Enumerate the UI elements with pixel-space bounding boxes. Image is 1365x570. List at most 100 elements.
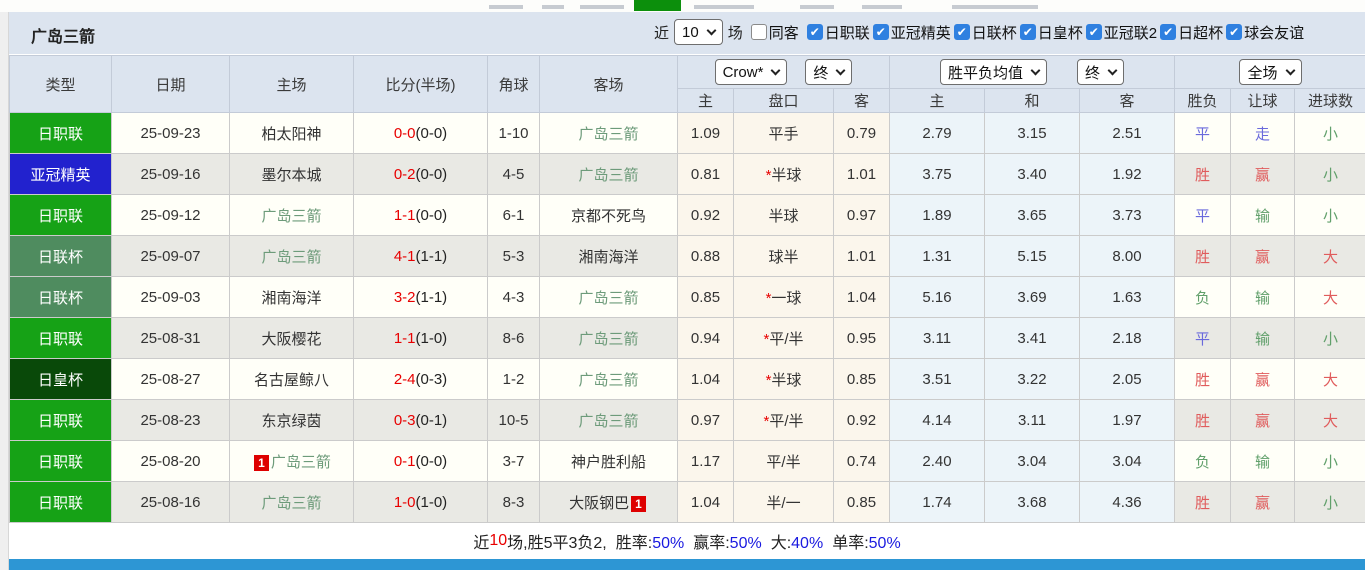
europe-time-select[interactable]: 终 [1077,59,1124,85]
away-team[interactable]: 大阪钢巴1 [540,482,678,523]
checkbox-icon[interactable]: ✔ [1086,24,1102,40]
team-name[interactable]: 湘南海洋 [578,249,638,266]
score-cell: 1-1(0-0) [354,195,488,236]
team-name[interactable]: 柏太阳神 [261,126,321,143]
away-team[interactable]: 湘南海洋 [540,236,678,277]
avg-away-odds: 3.73 [1080,195,1175,236]
home-team[interactable]: 大阪樱花 [230,318,354,359]
clipped-text-fragment [862,5,902,9]
away-team[interactable]: 广岛三箭 [540,154,678,195]
handicap-line: 半球 [734,195,834,236]
league-type-badge: 日职联 [10,400,112,441]
match-row: 日职联 25-08-23 东京绿茵 0-3(0-1) 10-5 广岛三箭 0.9… [10,400,1365,441]
away-team[interactable]: 广岛三箭 [540,359,678,400]
same-away-checkbox[interactable]: 同客 [751,22,799,43]
sub-header-avg-home: 主 [890,89,985,113]
checkbox-icon[interactable]: ✔ [954,24,970,40]
score-cell: 4-1(1-1) [354,236,488,277]
result-wdl: 平 [1175,195,1231,236]
away-team[interactable]: 广岛三箭 [540,400,678,441]
match-row: 日职联 25-08-16 广岛三箭 1-0(1-0) 8-3 大阪钢巴1 1.0… [10,482,1365,523]
home-team[interactable]: 墨尔本城 [230,154,354,195]
checkbox-icon[interactable]: ✔ [1160,24,1176,40]
team-name[interactable]: 大阪樱花 [261,331,321,348]
away-team[interactable]: 广岛三箭 [540,318,678,359]
avg-home-odds: 1.31 [890,236,985,277]
checkbox-icon[interactable]: ✔ [807,24,823,40]
corners-cell: 1-2 [488,359,540,400]
bookmaker-time-select[interactable]: 终 [805,59,852,85]
team-name[interactable]: 广岛三箭 [578,126,638,143]
col-header-away: 客场 [540,56,678,113]
score-cell: 0-0(0-0) [354,113,488,154]
team-name[interactable]: 广岛三箭 [261,249,321,266]
home-team[interactable]: 1广岛三箭 [230,441,354,482]
team-name[interactable]: 京都不死鸟 [571,208,646,225]
active-tab-remnant[interactable] [634,0,681,11]
team-name[interactable]: 神户胜利船 [571,454,646,471]
away-team[interactable]: 京都不死鸟 [540,195,678,236]
team-name[interactable]: 广岛三箭 [578,372,638,389]
home-team[interactable]: 广岛三箭 [230,236,354,277]
filter-checkbox-亚冠精英[interactable]: ✔亚冠精英 [873,22,951,43]
filter-checkbox-亚冠联2[interactable]: ✔亚冠联2 [1086,22,1157,43]
team-name[interactable]: 湘南海洋 [261,290,321,307]
team-name[interactable]: 广岛三箭 [578,290,638,307]
team-name[interactable]: 广岛三箭 [261,495,321,512]
checkbox-icon[interactable]: ✔ [1020,24,1036,40]
home-team[interactable]: 东京绿茵 [230,400,354,441]
away-team[interactable]: 广岛三箭 [540,277,678,318]
handicap-line: *半球 [734,154,834,195]
handicap-line: *半球 [734,359,834,400]
sub-header-result-goals: 进球数 [1295,89,1365,113]
handicap-away-odds: 0.95 [834,318,890,359]
team-name[interactable]: 大阪钢巴 [569,495,629,512]
score-cell: 0-3(0-1) [354,400,488,441]
team-name[interactable]: 广岛三箭 [578,413,638,430]
filter-checkbox-日超杯[interactable]: ✔日超杯 [1160,22,1223,43]
avg-home-odds: 1.89 [890,195,985,236]
result-goals: 小 [1295,482,1365,523]
team-name[interactable]: 广岛三箭 [578,331,638,348]
league-type-badge: 日职联 [10,318,112,359]
handicap-away-odds: 1.01 [834,236,890,277]
match-row: 日职联 25-09-12 广岛三箭 1-1(0-0) 6-1 京都不死鸟 0.9… [10,195,1365,236]
europe-odds-select[interactable]: 胜平负均值 [940,59,1047,85]
filter-checkbox-日皇杯[interactable]: ✔日皇杯 [1020,22,1083,43]
result-goals: 大 [1295,400,1365,441]
away-team[interactable]: 神户胜利船 [540,441,678,482]
home-team[interactable]: 名古屋鲸八 [230,359,354,400]
match-row: 亚冠精英 25-09-16 墨尔本城 0-2(0-0) 4-5 广岛三箭 0.8… [10,154,1365,195]
recent-count-select[interactable]: 10 [674,19,723,45]
scope-select[interactable]: 全场 [1239,59,1301,85]
team-name[interactable]: 广岛三箭 [271,454,331,471]
handicap-home-odds: 0.94 [678,318,734,359]
result-wdl: 平 [1175,318,1231,359]
away-team[interactable]: 广岛三箭 [540,113,678,154]
team-name[interactable]: 广岛三箭 [578,167,638,184]
team-name[interactable]: 名古屋鲸八 [254,372,329,389]
team-name[interactable]: 东京绿茵 [261,413,321,430]
chevron-down-icon [771,65,781,75]
checkbox-icon[interactable]: ✔ [873,24,889,40]
filter-checkbox-日职联[interactable]: ✔日职联 [807,22,870,43]
match-row: 日职联 25-08-20 1广岛三箭 0-1(0-0) 3-7 神户胜利船 1.… [10,441,1365,482]
filter-checkbox-日联杯[interactable]: ✔日联杯 [954,22,1017,43]
home-team[interactable]: 广岛三箭 [230,195,354,236]
avg-home-odds: 5.16 [890,277,985,318]
bookmaker-select[interactable]: Crow* [715,59,788,85]
league-type-badge: 日皇杯 [10,359,112,400]
match-date: 25-08-16 [112,482,230,523]
home-team[interactable]: 湘南海洋 [230,277,354,318]
team-name[interactable]: 墨尔本城 [261,167,321,184]
summary-stat: 单率:50% [832,529,900,553]
checkbox-icon[interactable] [751,24,767,40]
filter-label: 球会友谊 [1244,22,1304,43]
home-team[interactable]: 柏太阳神 [230,113,354,154]
filter-checkbox-球会友谊[interactable]: ✔球会友谊 [1226,22,1304,43]
team-name[interactable]: 广岛三箭 [261,208,321,225]
avg-draw-odds: 3.65 [985,195,1080,236]
checkbox-icon[interactable]: ✔ [1226,24,1242,40]
avg-draw-odds: 3.69 [985,277,1080,318]
home-team[interactable]: 广岛三箭 [230,482,354,523]
